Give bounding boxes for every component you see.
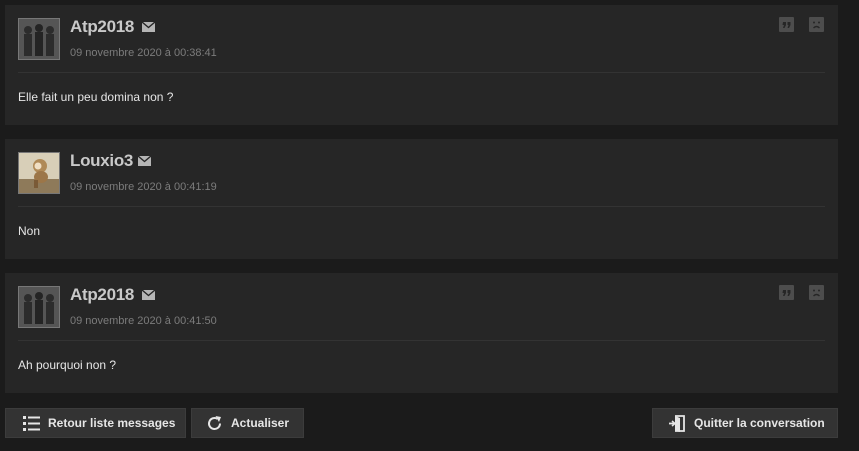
post-date: 09 novembre 2020 à 00:41:50 xyxy=(70,315,217,327)
author-name[interactable]: Louxio3 xyxy=(70,151,133,171)
quote-icon xyxy=(782,290,791,296)
sad-face-icon xyxy=(813,21,820,29)
refresh-icon xyxy=(208,415,221,430)
author-avatar[interactable] xyxy=(18,18,60,60)
mail-icon[interactable] xyxy=(142,290,155,300)
quote-icon xyxy=(782,22,791,28)
post: Atp2018 09 novembre 2020 à 00:38:41 Elle… xyxy=(5,5,838,125)
author-avatar[interactable] xyxy=(18,286,60,328)
refresh-button[interactable]: Actualiser xyxy=(191,408,304,438)
post-message: Elle fait un peu domina non ? xyxy=(18,90,174,104)
author-avatar[interactable] xyxy=(18,152,60,194)
post-message: Non xyxy=(18,224,41,238)
list-icon xyxy=(23,415,40,431)
leave-conversation-label: Quitter la conversation xyxy=(694,416,825,430)
post: Louxio3 09 novembre 2020 à 00:41:19 Non xyxy=(5,139,838,259)
divider xyxy=(18,206,825,207)
quote-button[interactable] xyxy=(779,17,794,32)
post: Atp2018 09 novembre 2020 à 00:41:50 Ah p… xyxy=(5,273,838,393)
author-name[interactable]: Atp2018 xyxy=(70,17,134,37)
report-button[interactable] xyxy=(809,17,824,32)
back-to-messages-label: Retour liste messages xyxy=(48,416,176,430)
mail-icon[interactable] xyxy=(138,156,151,166)
refresh-label: Actualiser xyxy=(231,416,290,430)
divider xyxy=(18,72,825,73)
leave-conversation-button[interactable]: Quitter la conversation xyxy=(652,408,838,438)
quote-button[interactable] xyxy=(779,285,794,300)
post-message: Ah pourquoi non ? xyxy=(18,358,117,372)
post-date: 09 novembre 2020 à 00:38:41 xyxy=(70,47,217,59)
report-button[interactable] xyxy=(809,285,824,300)
mail-icon[interactable] xyxy=(142,22,155,32)
back-to-messages-button[interactable]: Retour liste messages xyxy=(5,408,186,438)
sad-face-icon xyxy=(813,289,820,297)
exit-door-icon xyxy=(669,414,685,432)
author-name[interactable]: Atp2018 xyxy=(70,285,134,305)
post-date: 09 novembre 2020 à 00:41:19 xyxy=(70,181,217,193)
divider xyxy=(18,340,825,341)
